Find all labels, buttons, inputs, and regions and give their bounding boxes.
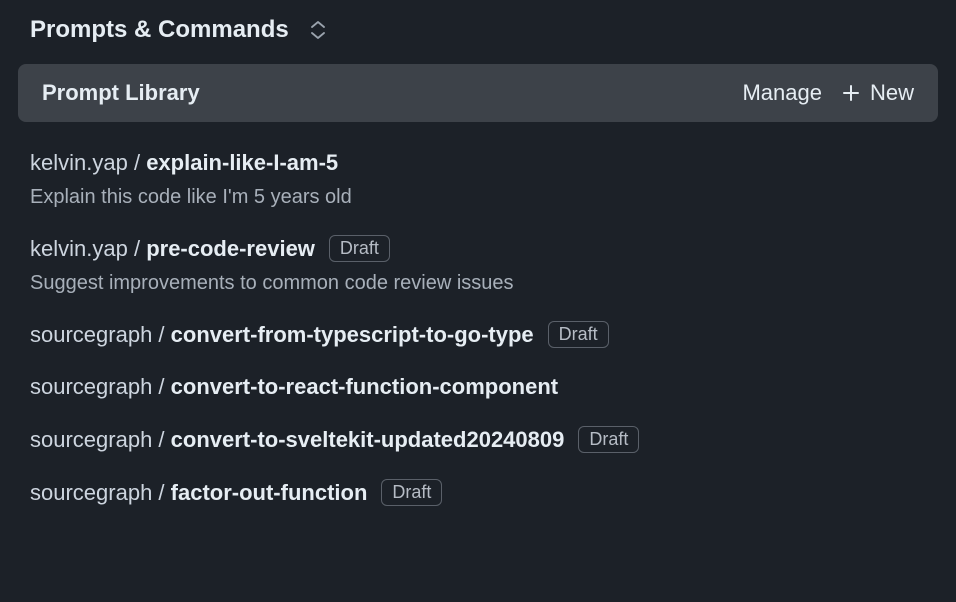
item-title-row: sourcegraph / factor-out-function Draft [30,479,926,506]
manage-button[interactable]: Manage [742,80,822,106]
item-name: convert-to-react-function-component [171,374,558,399]
collapse-icon[interactable] [305,17,331,43]
owner-slash: / [152,374,170,399]
draft-badge: Draft [329,235,390,262]
item-title-row: kelvin.yap / explain-like-I-am-5 [30,150,926,176]
item-owner: sourcegraph [30,374,152,399]
item-owner: sourcegraph [30,480,152,505]
plus-icon [842,84,860,102]
item-owner: kelvin.yap [30,150,128,175]
owner-slash: / [152,427,170,452]
library-actions: Manage New [742,80,914,106]
item-path: kelvin.yap / pre-code-review [30,236,315,262]
item-owner: kelvin.yap [30,236,128,261]
owner-slash: / [128,236,146,261]
prompts-panel: Prompts & Commands Prompt Library Manage… [0,0,956,532]
list-item[interactable]: kelvin.yap / explain-like-I-am-5 Explain … [30,134,926,219]
prompt-list: kelvin.yap / explain-like-I-am-5 Explain … [12,122,944,516]
item-title-row: kelvin.yap / pre-code-review Draft [30,235,926,262]
item-path: sourcegraph / convert-to-react-function-… [30,374,558,400]
list-item[interactable]: sourcegraph / factor-out-function Draft [30,463,926,516]
new-button-label: New [870,80,914,106]
item-path: sourcegraph / factor-out-function [30,480,367,506]
item-title-row: sourcegraph / convert-to-react-function-… [30,374,926,400]
list-item[interactable]: sourcegraph / convert-to-sveltekit-updat… [30,410,926,463]
list-item[interactable]: sourcegraph / convert-from-typescript-to… [30,305,926,358]
item-name: convert-from-typescript-to-go-type [171,322,534,347]
item-owner: sourcegraph [30,427,152,452]
item-description: Suggest improvements to common code revi… [30,272,926,295]
item-name: explain-like-I-am-5 [146,150,338,175]
new-button[interactable]: New [842,80,914,106]
prompt-library-title: Prompt Library [42,80,200,106]
draft-badge: Draft [548,321,609,348]
item-path: sourcegraph / convert-from-typescript-to… [30,322,534,348]
prompt-library-bar: Prompt Library Manage New [18,64,938,122]
item-name: factor-out-function [171,480,368,505]
owner-slash: / [128,150,146,175]
panel-title: Prompts & Commands [30,16,289,44]
owner-slash: / [152,480,170,505]
item-description: Explain this code like I'm 5 years old [30,186,926,209]
item-name: pre-code-review [146,236,315,261]
list-item[interactable]: sourcegraph / convert-to-react-function-… [30,358,926,410]
item-path: kelvin.yap / explain-like-I-am-5 [30,150,338,176]
panel-header: Prompts & Commands [12,16,944,52]
item-path: sourcegraph / convert-to-sveltekit-updat… [30,427,564,453]
list-item[interactable]: kelvin.yap / pre-code-review Draft Suggest… [30,219,926,305]
item-title-row: sourcegraph / convert-to-sveltekit-updat… [30,426,926,453]
item-name: convert-to-sveltekit-updated20240809 [171,427,565,452]
item-owner: sourcegraph [30,322,152,347]
draft-badge: Draft [381,479,442,506]
draft-badge: Draft [578,426,639,453]
owner-slash: / [152,322,170,347]
item-title-row: sourcegraph / convert-from-typescript-to… [30,321,926,348]
